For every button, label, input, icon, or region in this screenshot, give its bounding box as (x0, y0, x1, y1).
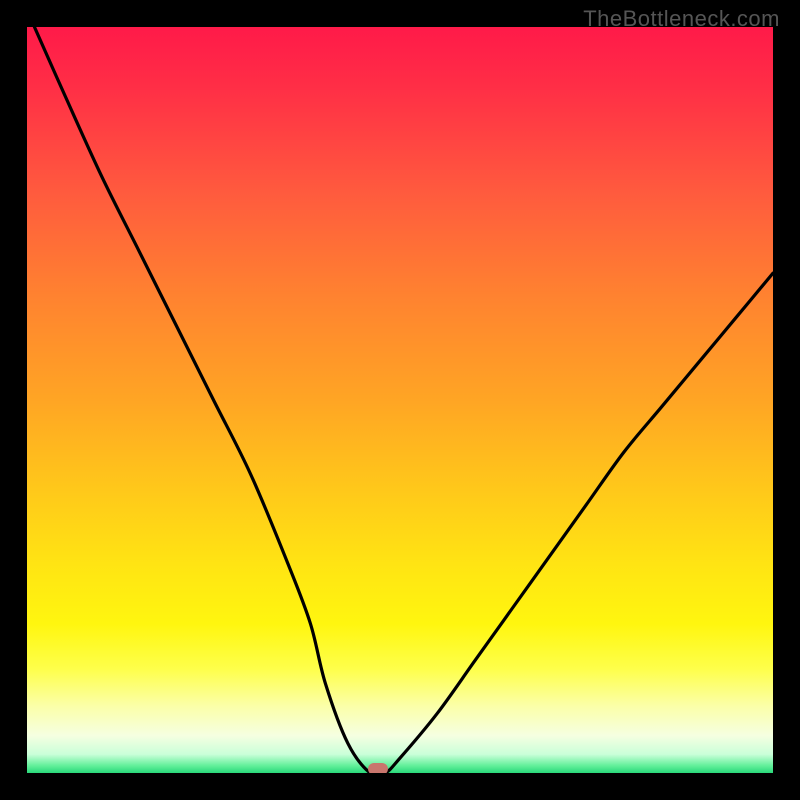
plot-area (27, 27, 773, 773)
bottleneck-curve (27, 27, 773, 773)
watermark-text: TheBottleneck.com (583, 6, 780, 32)
chart-frame: TheBottleneck.com (0, 0, 800, 800)
minimum-marker (368, 763, 388, 773)
